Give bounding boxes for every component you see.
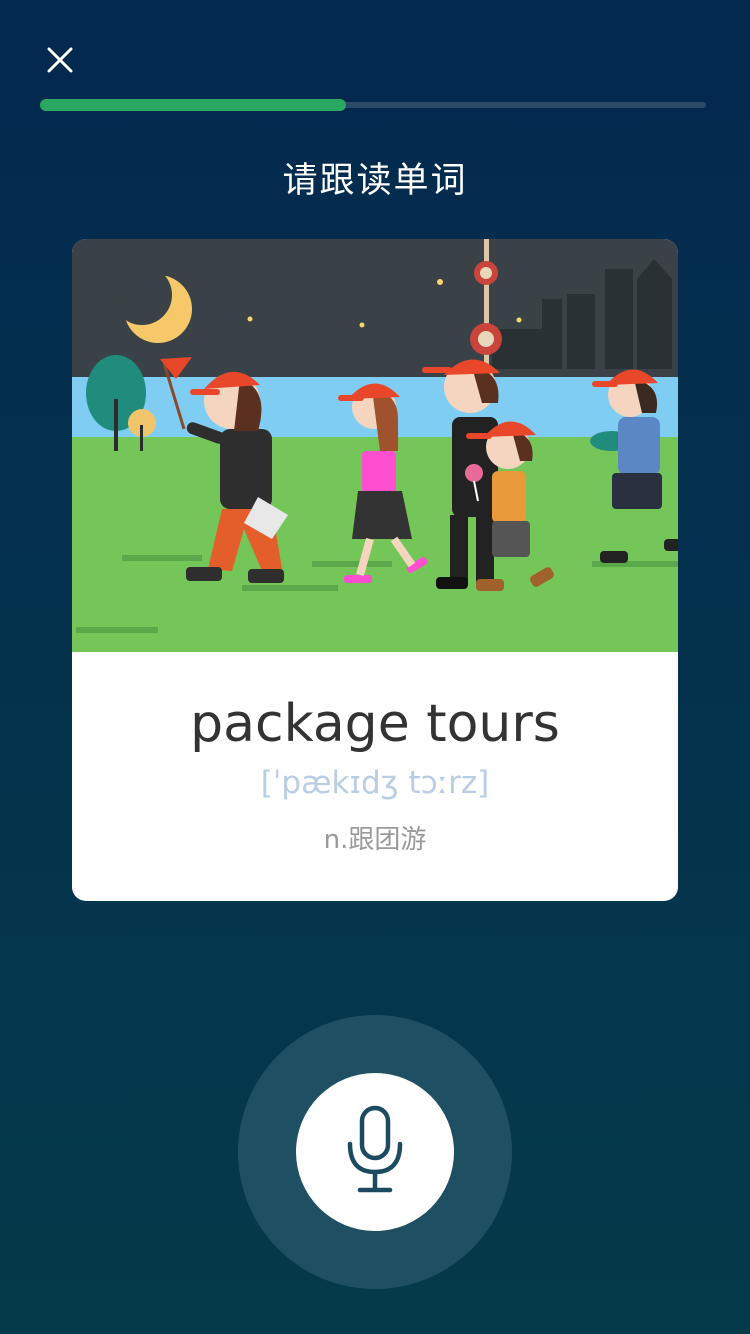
word-text: package tours	[190, 694, 560, 754]
record-button[interactable]	[296, 1073, 454, 1231]
phonetic-text: [ˈpækɪdʒ tɔːrz]	[260, 765, 490, 801]
close-button[interactable]	[38, 38, 82, 82]
progress-bar-fill	[40, 99, 347, 111]
word-card: package tours [ˈpækɪdʒ tɔːrz] n.跟团游	[72, 239, 678, 901]
close-icon	[47, 47, 73, 73]
progress-bar	[40, 99, 706, 111]
microphone-icon	[347, 1105, 403, 1193]
definition-text: n.跟团游	[323, 825, 427, 855]
instruction-title: 请跟读单词	[282, 161, 468, 201]
tour-group-illustration	[72, 239, 678, 652]
